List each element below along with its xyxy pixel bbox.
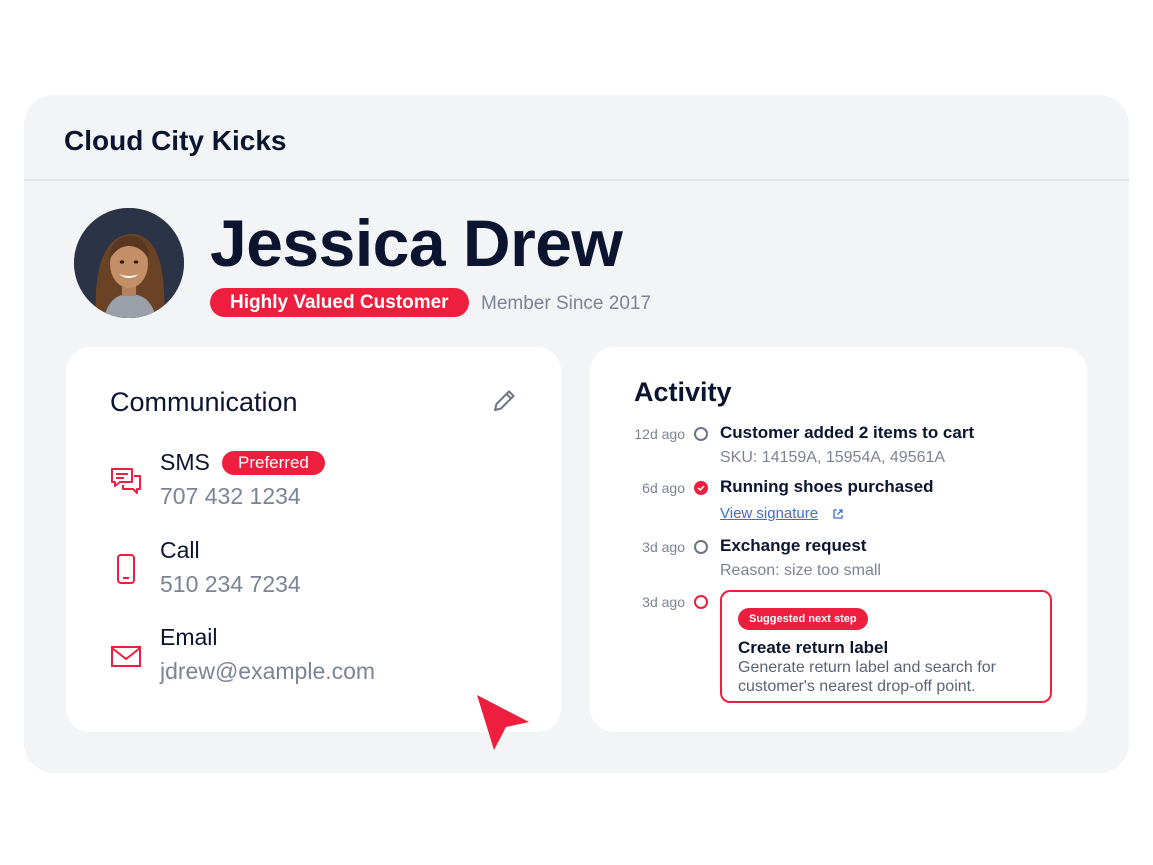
channel-label: SMS [160, 449, 210, 475]
preferred-badge: Preferred [222, 451, 325, 475]
channel-value: jdrew@example.com [160, 658, 376, 684]
activity-title-text: Exchange request [720, 536, 867, 555]
activity-card: Activity 12d ago Customer added 2 items … [590, 347, 1087, 732]
activity-time: 3d ago [642, 594, 685, 610]
activity-title: Activity [634, 377, 732, 407]
activity-time: 12d ago [634, 426, 685, 442]
pencil-icon[interactable] [490, 387, 518, 415]
chat-bubbles-icon [111, 468, 141, 494]
open-circle-icon [694, 540, 708, 554]
activity-title-text: Customer added 2 items to cart [720, 423, 975, 442]
customer-profile-panel: Cloud City Kicks Jessica Drew Highly Val… [24, 95, 1129, 773]
channel-value: 510 234 7234 [160, 571, 301, 597]
envelope-icon [111, 646, 141, 667]
open-circle-icon [694, 427, 708, 441]
activity-title-text: Running shoes purchased [720, 477, 934, 496]
channel-label: Email [160, 624, 218, 650]
header-bar: Cloud City Kicks [24, 95, 1129, 181]
channel-call[interactable]: Call 510 234 7234 [110, 533, 530, 597]
app-title: Cloud City Kicks [64, 125, 287, 156]
communication-title: Communication [110, 387, 298, 417]
view-signature-link[interactable]: View signature [720, 505, 818, 522]
activity-subtext: Reason: size too small [720, 562, 881, 579]
member-since-text: Member Since 2017 [481, 293, 652, 314]
activity-time: 6d ago [642, 480, 685, 496]
suggested-next-step-card[interactable]: Suggested next step Create return label … [720, 590, 1052, 703]
checkmark-circle-icon [694, 481, 708, 495]
activity-time: 3d ago [642, 539, 685, 555]
channel-value: 707 432 1234 [160, 483, 301, 509]
mobile-phone-icon [117, 554, 135, 584]
suggested-next-step-badge: Suggested next step [738, 608, 868, 630]
customer-name: Jessica Drew [210, 206, 623, 280]
next-step-title: Create return label [738, 638, 889, 657]
status-badge: Highly Valued Customer [210, 288, 469, 317]
channel-label: Call [160, 537, 200, 563]
communication-card: Communication SMS Preferred 707 432 1234… [66, 347, 561, 732]
cursor-arrow-icon [477, 695, 529, 750]
next-step-description: Generate return label and search for cus… [738, 659, 996, 695]
channel-email[interactable]: Email jdrew@example.com [110, 620, 530, 684]
open-circle-icon [694, 595, 708, 609]
activity-subtext: SKU: 14159A, 15954A, 49561A [720, 449, 946, 466]
avatar [74, 208, 184, 318]
channel-sms[interactable]: SMS Preferred 707 432 1234 [110, 445, 530, 509]
external-link-icon[interactable] [832, 508, 844, 520]
